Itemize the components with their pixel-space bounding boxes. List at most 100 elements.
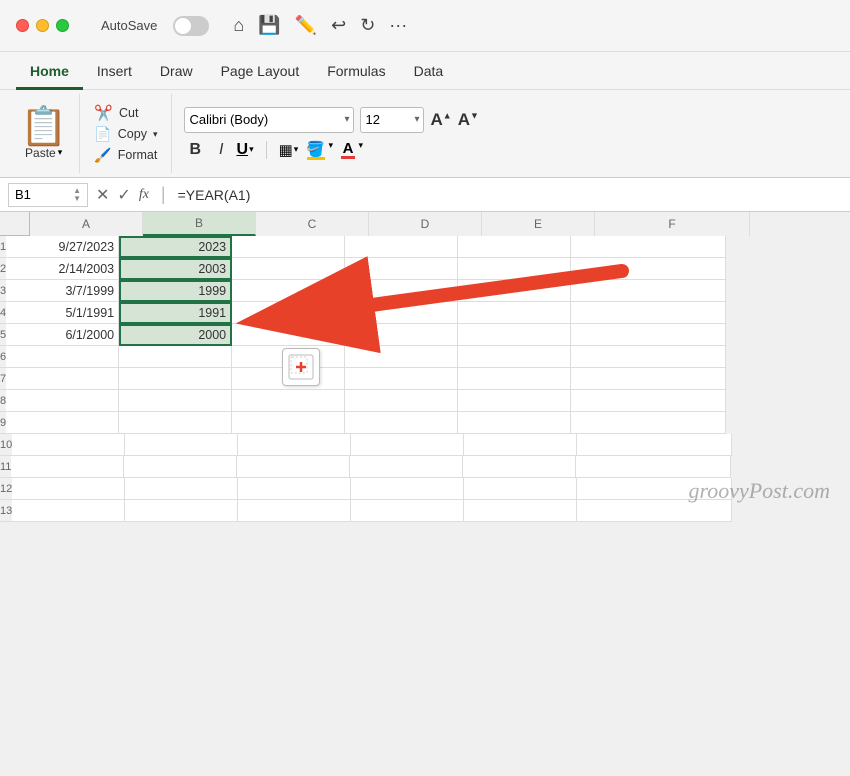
formula-confirm-icon[interactable]: ✓ <box>117 185 130 205</box>
cell-c13[interactable] <box>238 500 351 522</box>
font-color-button[interactable]: A ▾ <box>341 140 355 159</box>
cell-f12[interactable] <box>577 478 732 500</box>
formula-input[interactable]: =YEAR(A1) <box>178 187 842 203</box>
cell-c2[interactable] <box>232 258 345 280</box>
tab-page-layout[interactable]: Page Layout <box>207 57 314 90</box>
cell-e11[interactable] <box>463 456 576 478</box>
cell-c12[interactable] <box>238 478 351 500</box>
cell-e3[interactable] <box>458 280 571 302</box>
cell-a7[interactable] <box>6 368 119 390</box>
cell-d8[interactable] <box>345 390 458 412</box>
cell-e2[interactable] <box>458 258 571 280</box>
cell-f13[interactable] <box>577 500 732 522</box>
cell-f10[interactable] <box>577 434 732 456</box>
maximize-button[interactable] <box>56 19 69 32</box>
cell-a3[interactable]: 3/7/1999 <box>6 280 119 302</box>
col-header-a[interactable]: A <box>30 212 143 236</box>
cell-c10[interactable] <box>238 434 351 456</box>
cell-f11[interactable] <box>576 456 731 478</box>
cell-a5[interactable]: 6/1/2000 <box>6 324 119 346</box>
col-header-b[interactable]: B <box>143 212 256 236</box>
cell-f8[interactable] <box>571 390 726 412</box>
cell-d7[interactable] <box>345 368 458 390</box>
cell-b8[interactable] <box>119 390 232 412</box>
cell-e5[interactable] <box>458 324 571 346</box>
border-button[interactable]: ▦ ▾ <box>279 141 299 159</box>
font-shrink-icon[interactable]: A▼ <box>458 110 479 130</box>
cell-b6[interactable] <box>119 346 232 368</box>
cell-b2[interactable]: 2003 <box>119 258 232 280</box>
cell-e7[interactable] <box>458 368 571 390</box>
cell-e13[interactable] <box>464 500 577 522</box>
cell-a10[interactable] <box>12 434 125 456</box>
cell-a8[interactable] <box>6 390 119 412</box>
cell-e1[interactable] <box>458 236 571 258</box>
cell-f4[interactable] <box>571 302 726 324</box>
cell-f3[interactable] <box>571 280 726 302</box>
cell-b12[interactable] <box>125 478 238 500</box>
undo-icon[interactable]: ↩ <box>331 15 346 36</box>
cell-f5[interactable] <box>571 324 726 346</box>
cell-d11[interactable] <box>350 456 463 478</box>
redo-icon[interactable]: ↻ <box>360 15 375 36</box>
minimize-button[interactable] <box>36 19 49 32</box>
col-header-f[interactable]: F <box>595 212 750 236</box>
tab-home[interactable]: Home <box>16 57 83 90</box>
tab-draw[interactable]: Draw <box>146 57 207 90</box>
bold-button[interactable]: B <box>184 139 206 161</box>
cell-e4[interactable] <box>458 302 571 324</box>
cell-a1[interactable]: 9/27/2023 <box>6 236 119 258</box>
cell-d6[interactable] <box>345 346 458 368</box>
cell-c8[interactable] <box>232 390 345 412</box>
italic-button[interactable]: I <box>214 139 228 161</box>
cut-button[interactable]: ✂️ Cut <box>90 102 142 124</box>
cell-d12[interactable] <box>351 478 464 500</box>
cell-d9[interactable] <box>345 412 458 434</box>
cell-a11[interactable] <box>11 456 124 478</box>
paste-button[interactable]: 📋 Paste ▾ <box>16 104 71 164</box>
cell-b7[interactable] <box>119 368 232 390</box>
close-button[interactable] <box>16 19 29 32</box>
cell-f6[interactable] <box>571 346 726 368</box>
cell-e10[interactable] <box>464 434 577 456</box>
copy-button[interactable]: 📄 Copy ▾ <box>90 124 161 145</box>
cell-a9[interactable] <box>6 412 119 434</box>
cell-d5[interactable] <box>345 324 458 346</box>
cell-d13[interactable] <box>351 500 464 522</box>
cell-b9[interactable] <box>119 412 232 434</box>
fill-color-button[interactable]: 🪣 ▾ <box>306 140 325 160</box>
underline-button[interactable]: U ▾ <box>237 141 254 159</box>
cell-b11[interactable] <box>124 456 237 478</box>
cell-b3[interactable]: 1999 <box>119 280 232 302</box>
cell-b4[interactable]: 1991 <box>119 302 232 324</box>
cell-e8[interactable] <box>458 390 571 412</box>
cell-f7[interactable] <box>571 368 726 390</box>
cell-d4[interactable] <box>345 302 458 324</box>
home-icon[interactable]: ⌂ <box>233 15 244 36</box>
cell-d2[interactable] <box>345 258 458 280</box>
font-grow-icon[interactable]: A▲ <box>430 110 451 130</box>
cell-c3[interactable] <box>232 280 345 302</box>
tab-insert[interactable]: Insert <box>83 57 146 90</box>
tab-formulas[interactable]: Formulas <box>313 57 399 90</box>
cell-c9[interactable] <box>232 412 345 434</box>
autosave-toggle[interactable] <box>173 16 209 36</box>
cell-c4[interactable] <box>232 302 345 324</box>
tab-data[interactable]: Data <box>400 57 458 90</box>
cell-d10[interactable] <box>351 434 464 456</box>
cell-e12[interactable] <box>464 478 577 500</box>
cell-f2[interactable] <box>571 258 726 280</box>
cell-c11[interactable] <box>237 456 350 478</box>
cell-a12[interactable] <box>12 478 125 500</box>
cell-f1[interactable] <box>571 236 726 258</box>
cell-b10[interactable] <box>125 434 238 456</box>
cell-e9[interactable] <box>458 412 571 434</box>
paste-float-button[interactable] <box>282 348 320 386</box>
cell-a2[interactable]: 2/14/2003 <box>6 258 119 280</box>
cell-a6[interactable] <box>6 346 119 368</box>
cell-f9[interactable] <box>571 412 726 434</box>
cell-c1[interactable] <box>232 236 345 258</box>
cell-b5[interactable]: 2000 <box>119 324 232 346</box>
col-header-e[interactable]: E <box>482 212 595 236</box>
font-name-select[interactable]: Calibri (Body) ▾ <box>184 107 354 133</box>
